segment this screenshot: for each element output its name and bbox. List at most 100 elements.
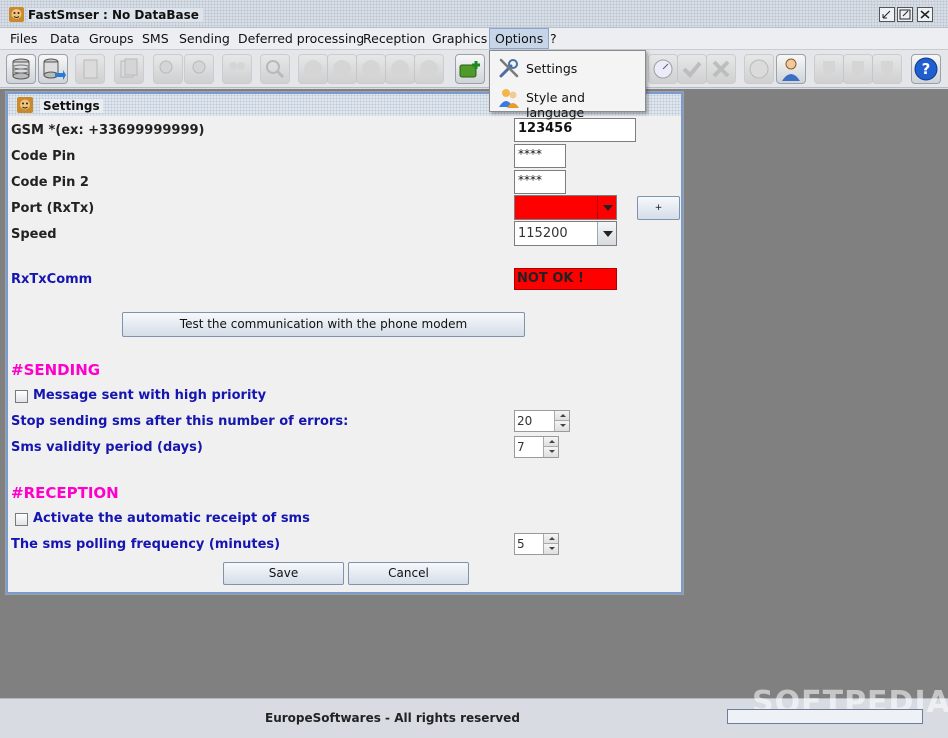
menu-groups[interactable]: Groups	[84, 28, 139, 49]
toolbar-button-5[interactable]	[153, 54, 183, 84]
add-port-button[interactable]: +	[637, 196, 680, 220]
cancel-button[interactable]: Cancel	[348, 562, 469, 585]
rxtx-label: RxTxComm	[11, 272, 93, 287]
port-label: Port (RxTx)	[11, 201, 95, 216]
toolbar-button-20[interactable]	[872, 54, 902, 84]
increment-arrow-icon[interactable]	[543, 437, 558, 447]
toolbar-button-gauge[interactable]	[648, 54, 678, 84]
toolbar-button-12[interactable]	[385, 54, 415, 84]
increment-arrow-icon[interactable]	[543, 534, 558, 544]
sending-section-header: #SENDING	[11, 361, 101, 379]
menu-help[interactable]: ?	[545, 28, 562, 49]
app-face-icon	[9, 7, 24, 22]
search-user-icon	[159, 60, 173, 74]
toolbar-button-check[interactable]	[677, 54, 707, 84]
toolbar-button-cross[interactable]	[706, 54, 736, 84]
decrement-arrow-icon[interactable]	[543, 544, 558, 554]
high-priority-label: Message sent with high priority	[33, 388, 267, 403]
validity-period-value: 7	[517, 440, 525, 454]
toolbar-button-3[interactable]	[75, 54, 105, 84]
toolbar-button-8[interactable]	[260, 54, 290, 84]
minimize-icon	[882, 10, 891, 19]
menu-sms[interactable]: SMS	[137, 28, 174, 49]
decrement-arrow-icon[interactable]	[543, 447, 558, 457]
toolbar: ?	[0, 50, 948, 88]
toolbar-button-18[interactable]	[814, 54, 844, 84]
menu-reception[interactable]: Reception	[358, 28, 430, 49]
gauge-icon	[653, 59, 673, 79]
database-button[interactable]	[6, 54, 36, 84]
chevron-down-icon[interactable]	[597, 196, 616, 219]
code-pin-field[interactable]: ****	[514, 144, 566, 168]
toolbar-button-13[interactable]	[414, 54, 444, 84]
gsm-field[interactable]: 123456	[514, 118, 636, 142]
auto-receipt-label: Activate the automatic receipt of sms	[33, 511, 310, 526]
app-face-icon	[17, 97, 33, 113]
settings-window: Settings GSM *(ex: +33699999999) 123456 …	[5, 91, 684, 595]
window-title: FastSmser : No DataBase	[28, 8, 203, 22]
phone-icon	[304, 60, 322, 78]
svg-text:?: ?	[922, 60, 931, 78]
speed-value: 115200	[518, 226, 568, 241]
modem-add-icon	[459, 61, 480, 78]
menu-item-settings[interactable]: Settings	[490, 53, 645, 82]
menu-sending[interactable]: Sending	[174, 28, 235, 49]
polling-frequency-value: 5	[517, 537, 525, 551]
progress-bar	[727, 709, 923, 724]
code-pin-label: Code Pin	[11, 149, 76, 164]
toolbar-button-disc[interactable]	[744, 54, 774, 84]
toolbar-button-9[interactable]	[298, 54, 328, 84]
phone-list-icon	[391, 60, 409, 78]
validity-period-stepper[interactable]: 7	[514, 436, 559, 458]
error-limit-stepper[interactable]: 20	[514, 410, 570, 432]
toolbar-button-19[interactable]	[843, 54, 873, 84]
toolbar-button-6[interactable]	[184, 54, 214, 84]
test-communication-button[interactable]: Test the communication with the phone mo…	[122, 312, 525, 337]
validity-period-label: Sms validity period (days)	[11, 440, 203, 455]
toolbar-button-7[interactable]	[222, 54, 252, 84]
add-modem-button[interactable]	[455, 54, 485, 84]
shield-icon	[881, 61, 893, 78]
user-button[interactable]	[776, 54, 806, 84]
gsm-label: GSM *(ex: +33699999999)	[11, 123, 205, 138]
database-export-button[interactable]	[38, 54, 68, 84]
menu-files[interactable]: Files	[5, 28, 42, 49]
toolbar-button-11[interactable]	[356, 54, 386, 84]
code-pin2-field[interactable]: ****	[514, 170, 566, 194]
chevron-down-icon[interactable]	[597, 222, 616, 245]
magnifier-icon	[266, 60, 285, 79]
group-icon	[229, 62, 245, 70]
shield-icon	[823, 61, 835, 78]
menu-graphics[interactable]: Graphics	[427, 28, 492, 49]
save-button[interactable]: Save	[223, 562, 344, 585]
toolbar-button-4[interactable]	[114, 54, 144, 84]
increment-arrow-icon[interactable]	[554, 411, 569, 421]
menu-bar: Files Data Groups SMS Sending Deferred p…	[0, 28, 948, 50]
phone-send-icon	[333, 60, 351, 78]
menu-item-style-language[interactable]: Style and language	[490, 82, 645, 120]
phone-stack-icon	[420, 60, 438, 78]
people-icon	[499, 89, 519, 108]
code-pin2-label: Code Pin 2	[11, 175, 89, 190]
maximize-icon	[899, 9, 911, 20]
port-select[interactable]	[514, 195, 617, 220]
menu-deferred-processing[interactable]: Deferred processing	[233, 28, 369, 49]
help-button[interactable]: ?	[911, 54, 941, 84]
decrement-arrow-icon[interactable]	[554, 421, 569, 431]
settings-title: Settings	[40, 99, 103, 113]
speed-select[interactable]: 115200	[514, 221, 617, 246]
menu-data[interactable]: Data	[45, 28, 85, 49]
user-icon	[782, 58, 800, 81]
maximize-button[interactable]	[897, 7, 913, 22]
toolbar-button-10[interactable]	[327, 54, 357, 84]
minimize-button[interactable]	[879, 7, 895, 22]
database-arrow-icon	[43, 58, 66, 80]
polling-frequency-stepper[interactable]: 5	[514, 533, 559, 555]
documents-icon	[120, 58, 138, 78]
close-button[interactable]	[917, 7, 933, 22]
menu-options[interactable]: Options	[489, 28, 550, 49]
high-priority-checkbox[interactable]	[15, 390, 28, 403]
menu-item-style-language-label: Style and language	[526, 90, 585, 120]
auto-receipt-checkbox[interactable]	[15, 513, 28, 526]
cross-icon	[712, 60, 730, 78]
